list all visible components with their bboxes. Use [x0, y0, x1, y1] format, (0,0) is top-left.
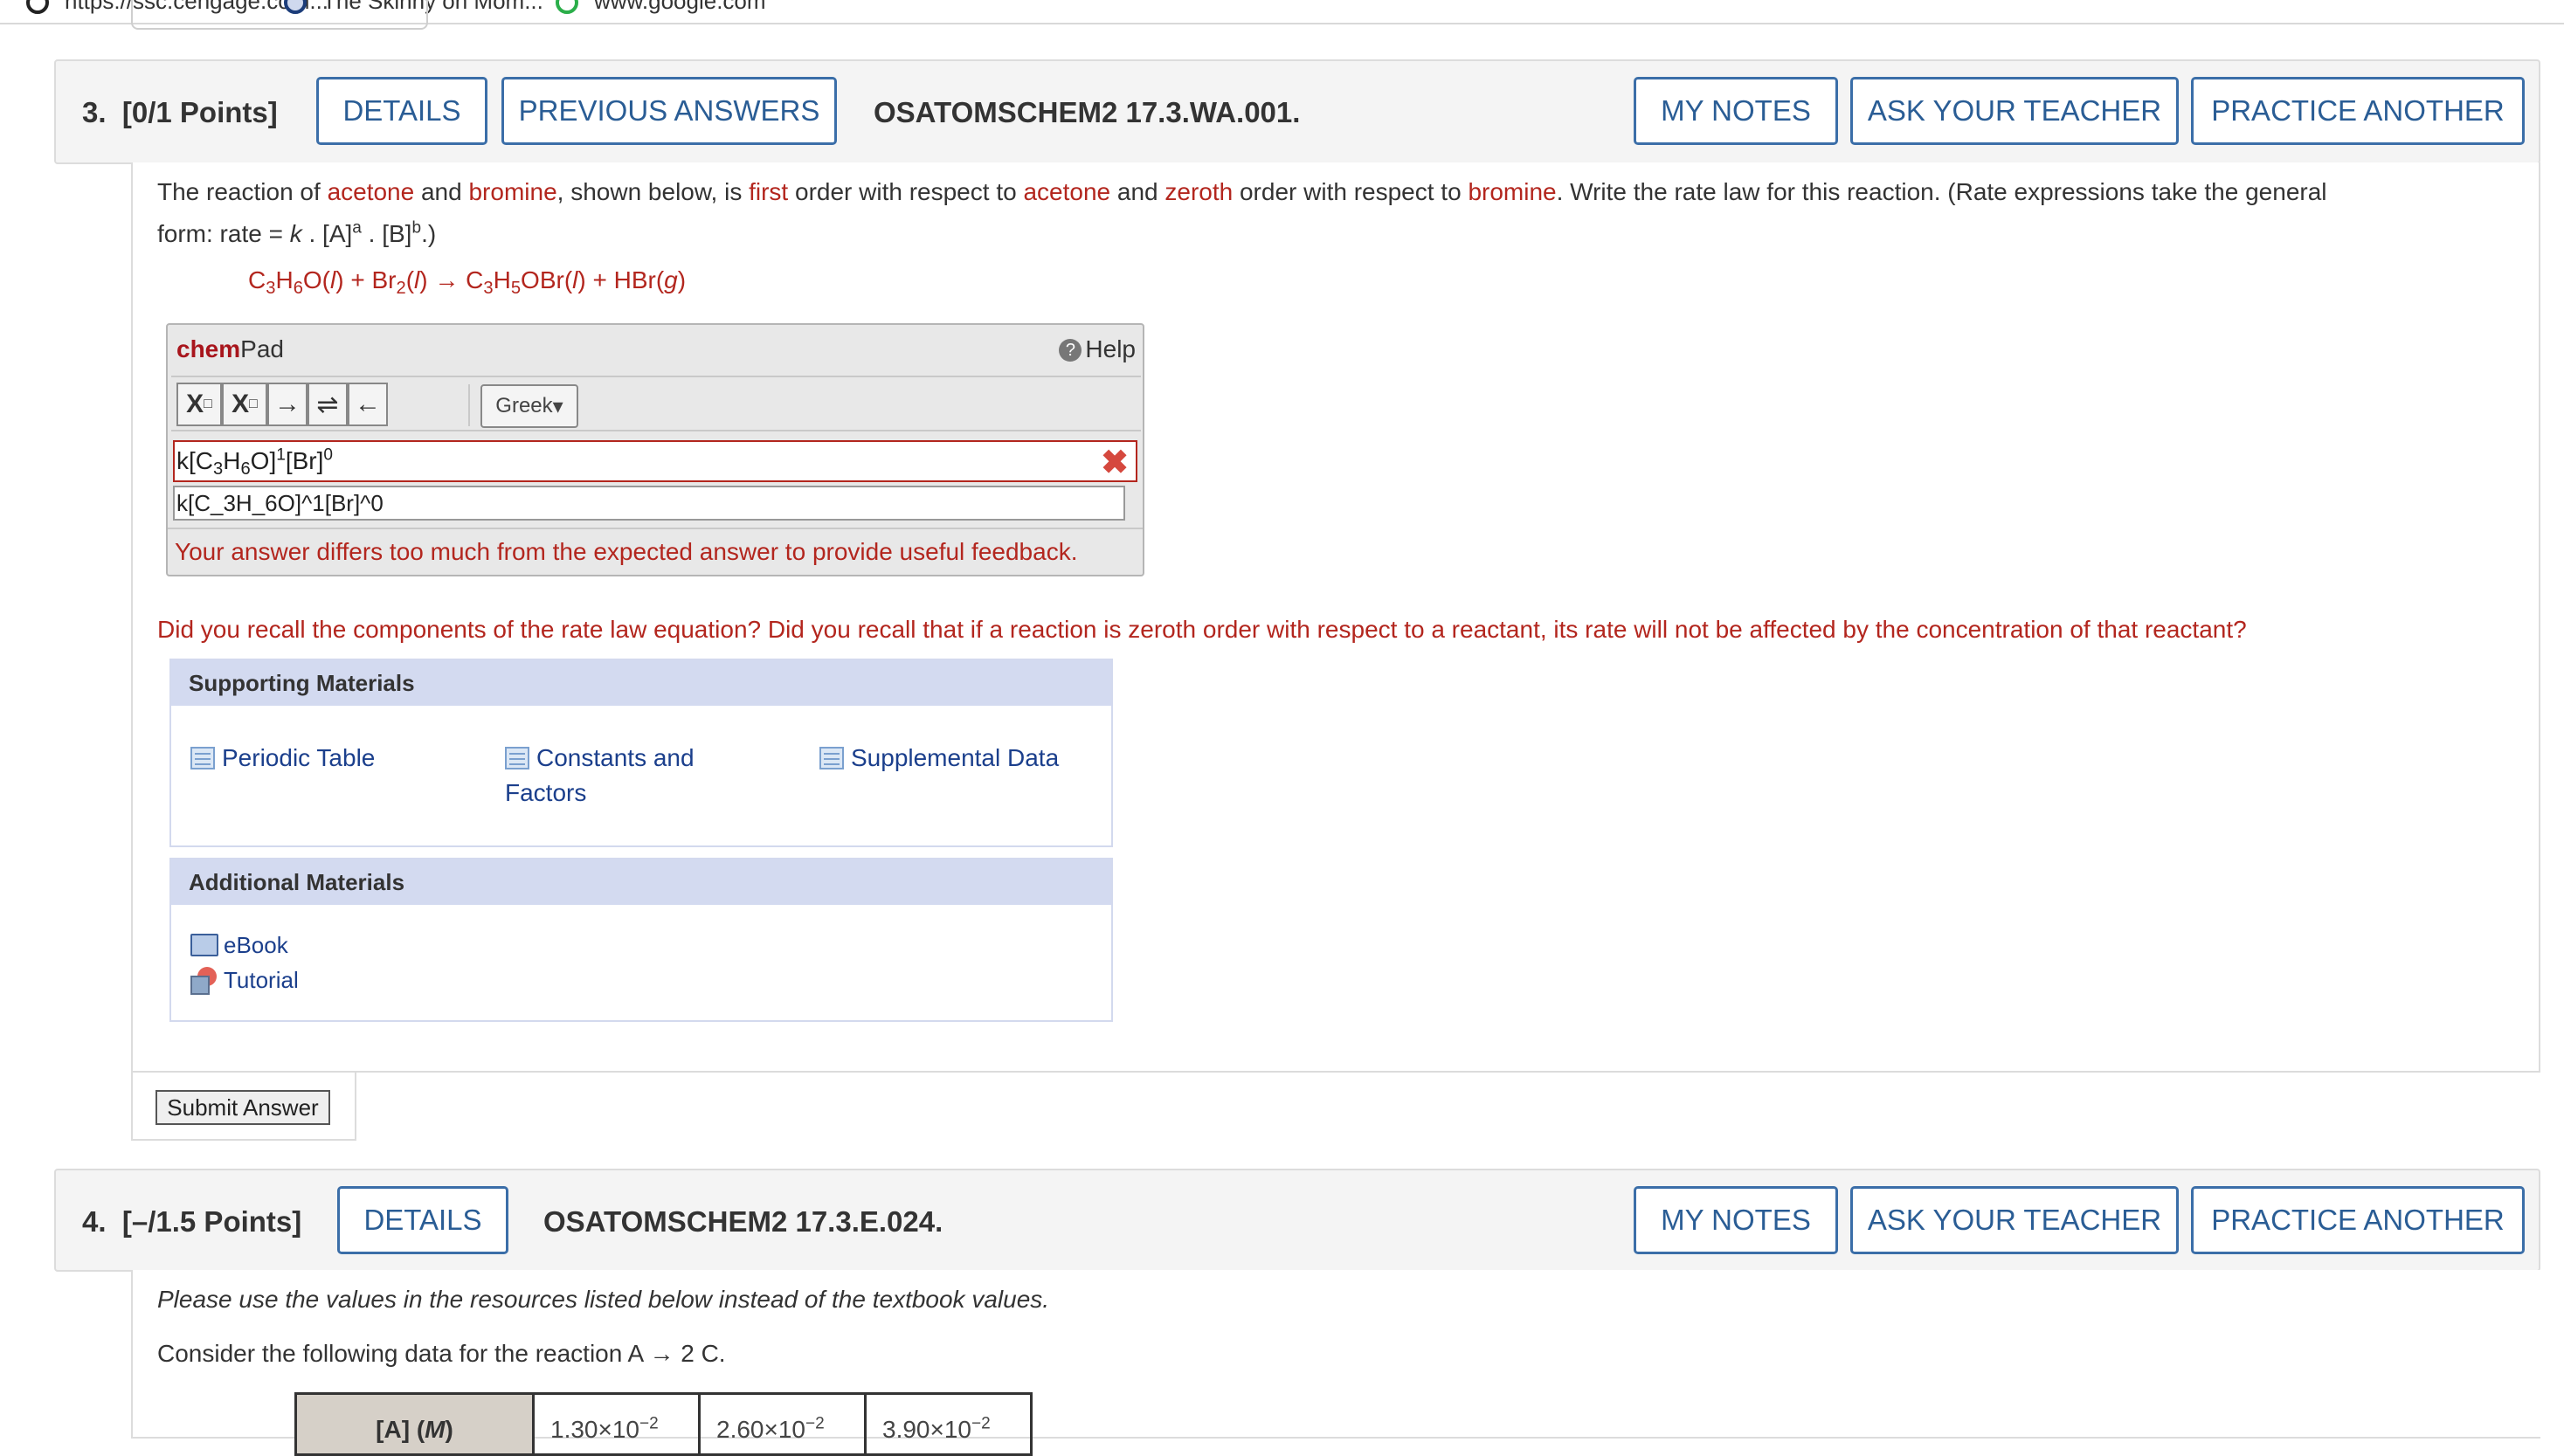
previous-answers-button[interactable]: PREVIOUS ANSWERS [501, 77, 837, 145]
periodic-table-link[interactable]: Periodic Table [190, 741, 375, 776]
practice-another-button[interactable]: PRACTICE ANOTHER [2191, 77, 2525, 145]
values-note: Please use the values in the resources l… [157, 1286, 1050, 1313]
supporting-materials-title: Supporting Materials [171, 660, 1111, 706]
chempad-toolbar: X □ X □ → ⇌ ← Greek ▾ [171, 376, 1141, 431]
question-3-points: 3. [0/1 Points] [82, 96, 278, 128]
arrow-right-button[interactable]: → [267, 383, 308, 426]
table-cell: 3.90×10−2 [864, 1392, 1033, 1456]
help-icon: ? [1059, 339, 1082, 362]
toolbar-separator [468, 384, 470, 426]
details-button[interactable]: DETAILS [316, 77, 487, 145]
tutorial-link[interactable]: Tutorial [190, 963, 299, 997]
table-cell: 1.30×10−2 [532, 1392, 701, 1456]
my-notes-button[interactable]: MY NOTES [1634, 1186, 1838, 1254]
ask-your-teacher-button[interactable]: ASK YOUR TEACHER [1850, 77, 2179, 145]
subscript-button[interactable]: X □ [176, 383, 222, 426]
ebook-link[interactable]: eBook [190, 928, 288, 963]
consider-text: Consider the following data for the reac… [157, 1340, 726, 1367]
practice-another-button[interactable]: PRACTICE ANOTHER [2191, 1186, 2525, 1254]
book-icon [190, 934, 218, 956]
question-4-points: 4. [–/1.5 Points] [82, 1205, 302, 1238]
details-button[interactable]: DETAILS [337, 1186, 508, 1254]
incorrect-icon: ✖ [1101, 445, 1129, 481]
table-icon [819, 747, 844, 769]
question-3-header: 3. [0/1 Points] DETAILS PREVIOUS ANSWERS… [54, 59, 2540, 164]
bookmark-3[interactable]: www.google.com [556, 0, 766, 15]
help-link[interactable]: ? Help [1059, 335, 1136, 363]
greek-dropdown[interactable]: Greek ▾ [480, 384, 578, 428]
question-code: OSATOMSCHEM2 17.3.E.024. [543, 1205, 943, 1238]
reaction-equation: C3H6O(l) + Br2(l) → C3H5OBr(l) + HBr(g) [248, 266, 687, 299]
divider [355, 1071, 2540, 1073]
reaction-data-table: [A] (M) 1.30×10−2 2.60×10−2 3.90×10−2 [294, 1392, 1033, 1456]
supplemental-data-link[interactable]: Supplemental Data [819, 741, 1059, 776]
table-cell: 2.60×10−2 [698, 1392, 867, 1456]
hint-text: Did you recall the components of the rat… [157, 616, 2247, 643]
previous-question-frame [131, 0, 428, 30]
google-icon [556, 0, 578, 15]
ask-your-teacher-button[interactable]: ASK YOUR TEACHER [1850, 1186, 2179, 1254]
my-notes-button[interactable]: MY NOTES [1634, 77, 1838, 145]
answer-feedback: Your answer differs too much from the ex… [168, 528, 1143, 573]
question-prompt-line-2: form: rate = k . [A]a . [B]b.) [157, 218, 437, 247]
question-4-header: 4. [–/1.5 Points] DETAILS OSATOMSCHEM2 1… [54, 1169, 2540, 1272]
additional-materials-panel: Additional Materials eBook Tutorial [169, 858, 1113, 1022]
table-icon [190, 747, 215, 769]
question-code: OSATOMSCHEM2 17.3.WA.001. [874, 96, 1301, 128]
supporting-materials-panel: Supporting Materials Periodic Table Cons… [169, 659, 1113, 847]
globe-icon [26, 0, 49, 15]
superscript-button[interactable]: X □ [222, 383, 267, 426]
table-header-concentration: [A] (M) [294, 1392, 535, 1456]
constants-and-factors-link[interactable]: Constants and Factors [505, 741, 695, 811]
arrow-left-button[interactable]: ← [348, 383, 388, 426]
table-row: [A] (M) 1.30×10−2 2.60×10−2 3.90×10−2 [294, 1392, 1033, 1456]
equilibrium-arrow-button[interactable]: ⇌ [308, 383, 348, 426]
table-icon [505, 747, 529, 769]
question-prompt-line-1: The reaction of acetone and bromine, sho… [157, 178, 2327, 205]
raw-answer-field[interactable]: k[C_3H_6O]^1[Br]^0 [173, 486, 1125, 521]
additional-materials-title: Additional Materials [171, 859, 1111, 905]
tutorial-icon [190, 967, 218, 995]
chempad-title: chemPad [176, 335, 284, 362]
submit-answer-button[interactable]: Submit Answer [155, 1090, 330, 1125]
chempad: chemPad ? Help X □ X □ → ⇌ ← Greek ▾ k[C3H6O… [166, 323, 1144, 576]
answer-input[interactable]: k[C3H6O]1[Br]0 ✖ [173, 440, 1137, 482]
